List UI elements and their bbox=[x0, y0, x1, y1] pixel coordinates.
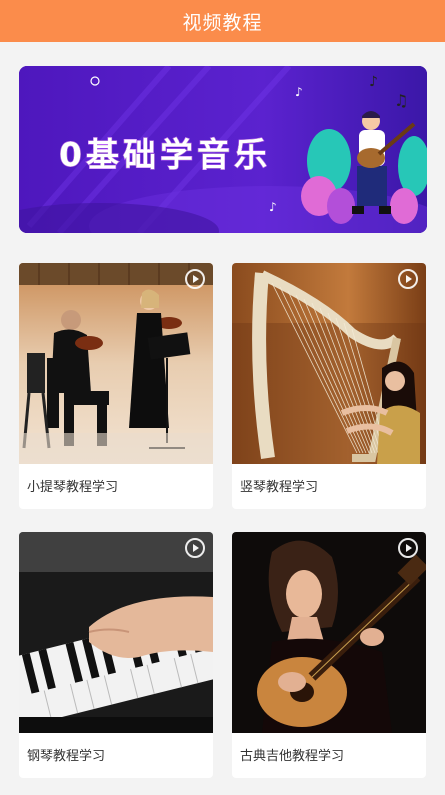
svg-text:♪: ♪ bbox=[269, 200, 277, 214]
svg-text:♪: ♪ bbox=[369, 74, 378, 90]
course-label: 钢琴教程学习 bbox=[27, 749, 106, 764]
page-title: 视频教程 bbox=[182, 11, 263, 34]
course-card-piano[interactable]: 钢琴教程学习 bbox=[19, 532, 213, 778]
course-label: 古典吉他教程学习 bbox=[240, 749, 345, 764]
svg-text:♪: ♪ bbox=[295, 85, 303, 99]
course-thumbnail bbox=[19, 263, 213, 464]
course-label: 竖琴教程学习 bbox=[240, 480, 319, 495]
course-thumbnail bbox=[232, 532, 426, 733]
svg-text:♫: ♫ bbox=[394, 91, 408, 110]
play-icon[interactable] bbox=[185, 269, 205, 289]
play-icon[interactable] bbox=[398, 538, 418, 558]
page-header: 视频教程 bbox=[0, 0, 445, 42]
course-card-violin[interactable]: 小提琴教程学习 bbox=[19, 263, 213, 509]
course-card-guitar[interactable]: 古典吉他教程学习 bbox=[232, 532, 426, 778]
promo-banner[interactable]: ♪ ♪ ♪ ♫ 0基础学音乐 bbox=[19, 66, 427, 233]
play-icon[interactable] bbox=[185, 538, 205, 558]
course-card-harp[interactable]: 竖琴教程学习 bbox=[232, 263, 426, 509]
course-thumbnail bbox=[19, 532, 213, 733]
course-thumbnail bbox=[232, 263, 426, 464]
banner-title: 0基础学音乐 bbox=[59, 135, 271, 175]
play-icon[interactable] bbox=[398, 269, 418, 289]
course-label: 小提琴教程学习 bbox=[27, 480, 119, 495]
